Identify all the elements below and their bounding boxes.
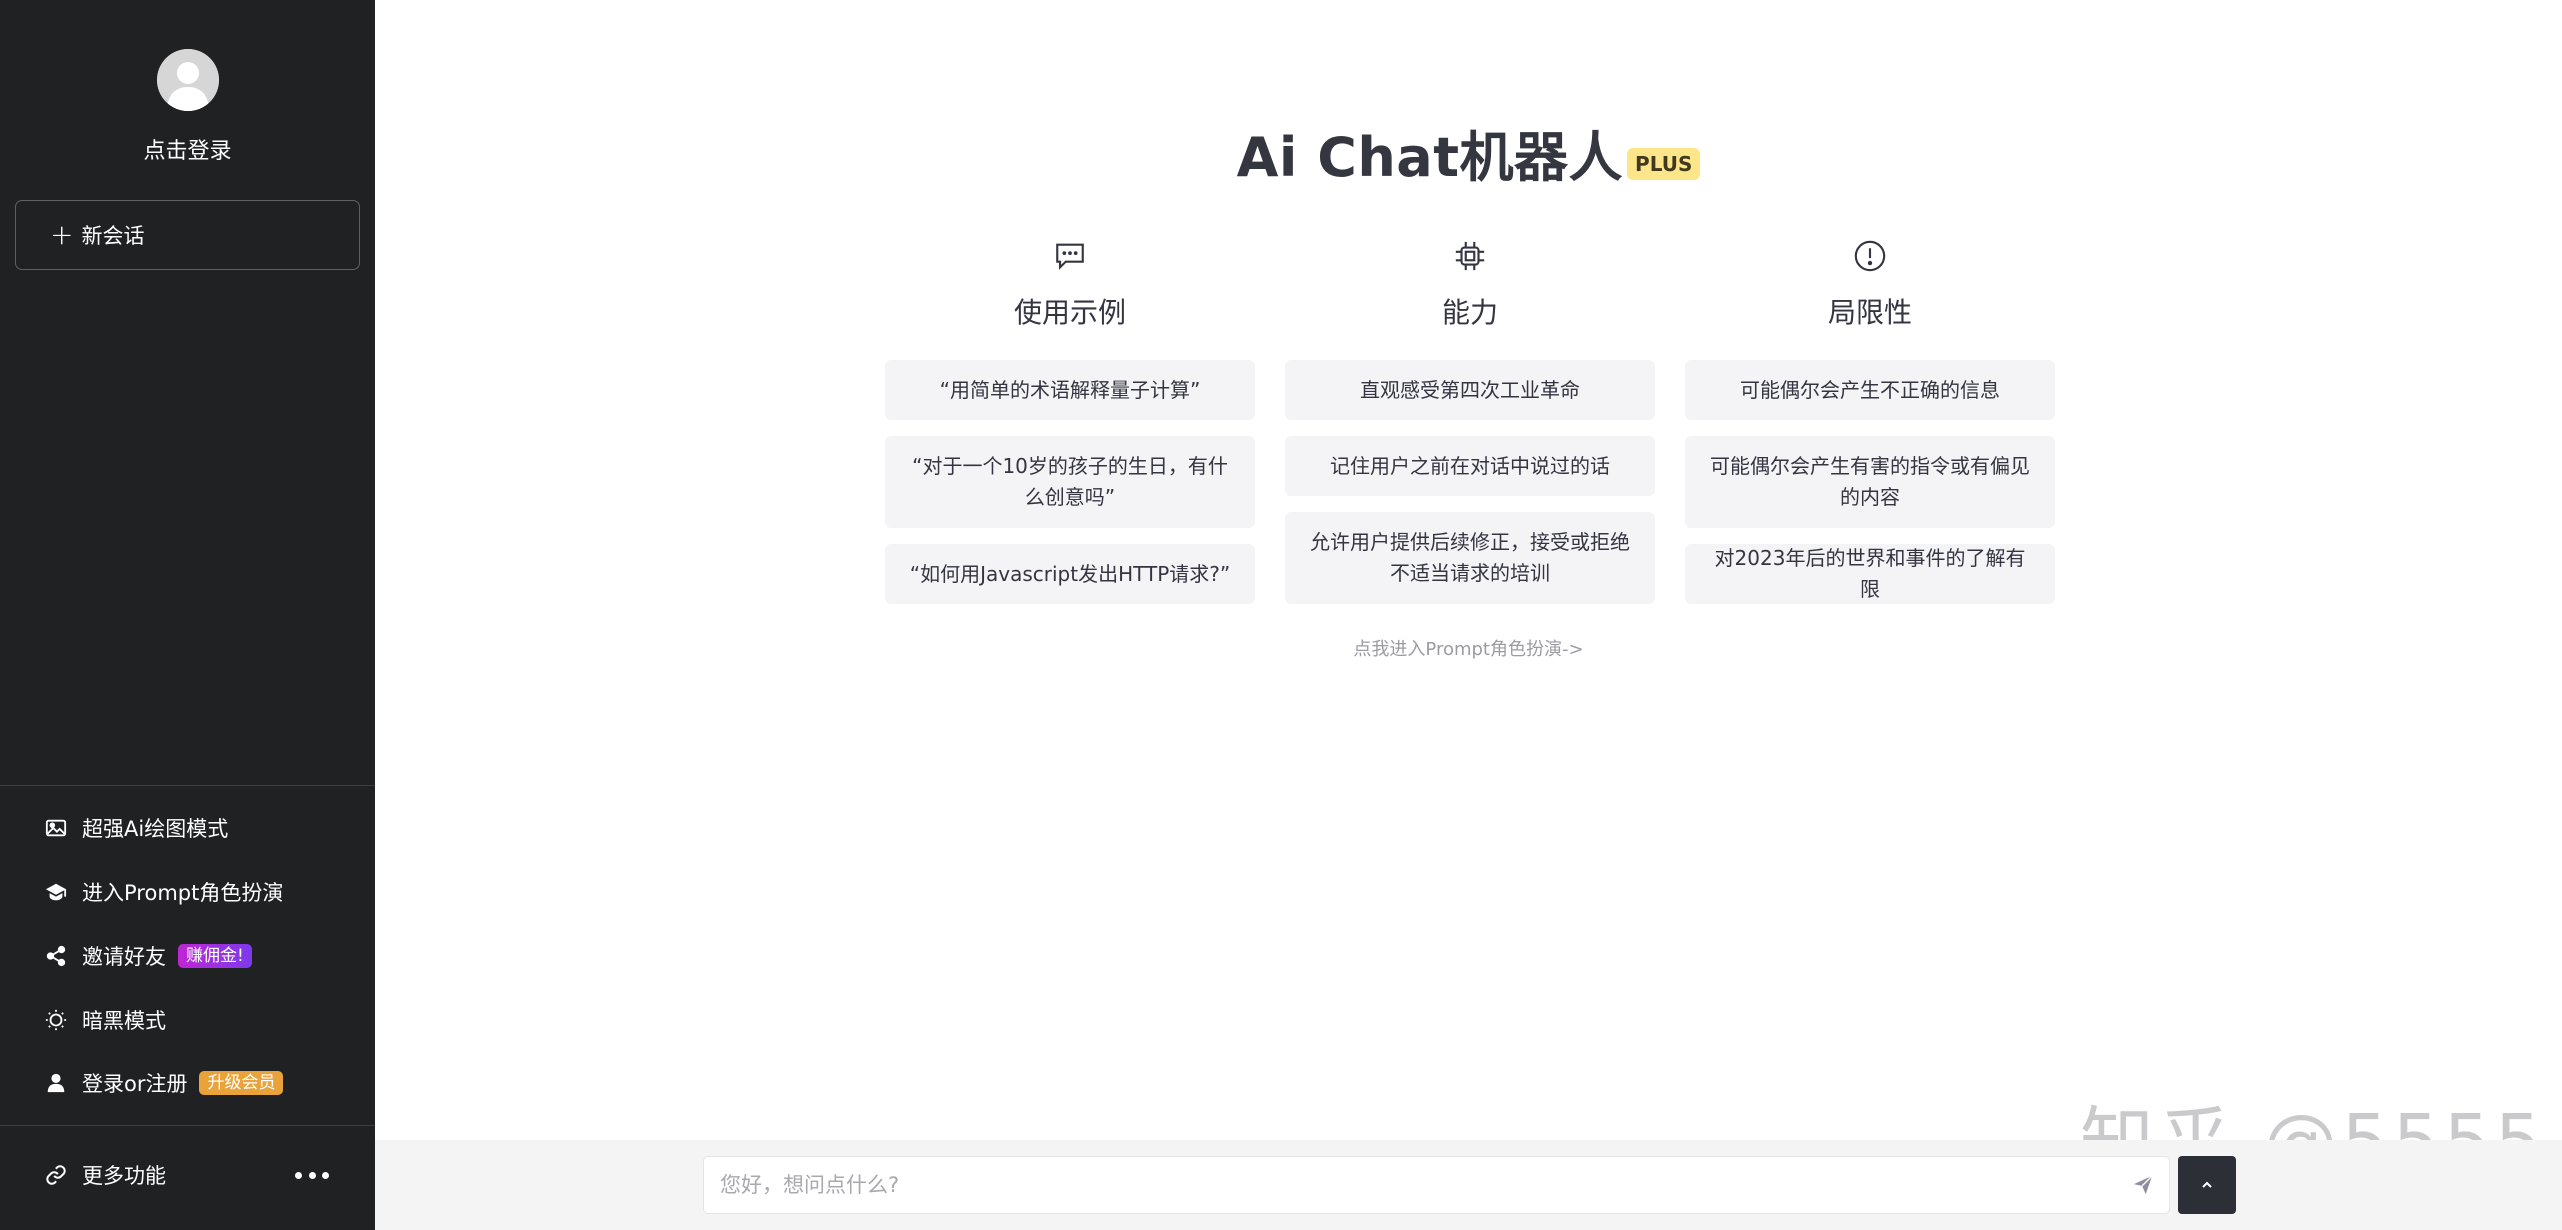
sidebar-item-label: 进入Prompt角色扮演 [82, 881, 284, 905]
image-icon [44, 816, 68, 840]
chip-icon [1285, 236, 1655, 276]
sidebar-item-label: 更多功能 [82, 1164, 166, 1188]
column-heading-label: 局限性 [1827, 296, 1912, 329]
sidebar: 点击登录 + 新会话 超强Ai绘图模式 进入Prompt角色扮演 邀请好友 赚佣… [0, 0, 375, 1230]
sidebar-item-prompt-roleplay[interactable]: 进入Prompt角色扮演 [44, 872, 283, 912]
column-examples-heading: 使用示例 [885, 236, 1255, 331]
sidebar-item-more-features[interactable]: 更多功能 [44, 1155, 166, 1195]
capability-card: 允许用户提供后续修正，接受或拒绝不适当请求的培训 [1285, 512, 1655, 604]
send-icon[interactable] [2117, 1156, 2169, 1214]
chat-bubble-icon [885, 236, 1255, 276]
sidebar-item-ai-drawing[interactable]: 超强Ai绘图模式 [44, 808, 228, 848]
scroll-top-button[interactable] [2178, 1156, 2236, 1214]
chat-input-bar [375, 1140, 2562, 1230]
sidebar-item-label: 登录or注册 [82, 1072, 188, 1096]
example-card[interactable]: “如何用Javascript发出HTTP请求?” [885, 544, 1255, 604]
limitation-card: 可能偶尔会产生不正确的信息 [1685, 360, 2055, 420]
example-card[interactable]: “对于一个10岁的孩子的生日，有什么创意吗” [885, 436, 1255, 528]
column-heading-label: 使用示例 [1013, 296, 1126, 329]
upgrade-member-badge: 升级会员 [199, 1070, 284, 1096]
column-capabilities-heading: 能力 [1285, 236, 1655, 331]
page-title: Ai Chat机器人 [1236, 126, 1624, 189]
sidebar-item-label: 邀请好友 [82, 945, 166, 969]
capability-card: 记住用户之前在对话中说过的话 [1285, 436, 1655, 496]
new-chat-button[interactable]: + 新会话 [15, 200, 360, 270]
sidebar-item-dark-mode[interactable]: 暗黑模式 [44, 1000, 166, 1040]
sidebar-item-login-register[interactable]: 登录or注册 升级会员 [44, 1063, 284, 1103]
share-icon [44, 944, 68, 968]
login-link[interactable]: 点击登录 [0, 133, 375, 165]
sidebar-divider [0, 1125, 375, 1126]
main-content: Ai Chat机器人 PLUS 使用示例 “用简单的术语解释量子计算” “对于一… [375, 0, 2562, 1230]
chat-input-box [703, 1156, 2170, 1214]
app-root: 点击登录 + 新会话 超强Ai绘图模式 进入Prompt角色扮演 邀请好友 赚佣… [0, 0, 2562, 1230]
sidebar-item-label: 暗黑模式 [82, 1009, 166, 1033]
avatar[interactable] [157, 49, 219, 111]
alert-circle-icon [1685, 236, 2055, 276]
sidebar-item-label: 超强Ai绘图模式 [82, 817, 229, 841]
graduation-cap-icon [44, 880, 68, 904]
page-title-wrap: Ai Chat机器人 PLUS [375, 112, 2562, 192]
link-icon [44, 1163, 68, 1187]
sidebar-item-invite-friends[interactable]: 邀请好友 赚佣金! [44, 936, 252, 976]
user-icon [44, 1071, 68, 1095]
column-limitations-heading: 局限性 [1685, 236, 2055, 331]
plus-badge: PLUS [1627, 148, 1701, 180]
prompt-roleplay-link[interactable]: 点我进入Prompt角色扮演-> [375, 635, 2562, 661]
limitation-card: 对2023年后的世界和事件的了解有限 [1685, 544, 2055, 604]
user-avatar-icon [157, 49, 219, 111]
earn-commission-badge: 赚佣金! [178, 943, 252, 969]
sun-icon [44, 1008, 68, 1032]
more-options-icon[interactable] [295, 1160, 329, 1190]
sidebar-divider [0, 785, 375, 786]
chevron-up-icon [2202, 1181, 2212, 1188]
column-heading-label: 能力 [1441, 296, 1498, 329]
new-chat-label: 新会话 [81, 224, 145, 248]
plus-icon: + [50, 218, 74, 251]
chat-input[interactable] [704, 1157, 2117, 1213]
limitation-card: 可能偶尔会产生有害的指令或有偏见的内容 [1685, 436, 2055, 528]
example-card[interactable]: “用简单的术语解释量子计算” [885, 360, 1255, 420]
capability-card: 直观感受第四次工业革命 [1285, 360, 1655, 420]
